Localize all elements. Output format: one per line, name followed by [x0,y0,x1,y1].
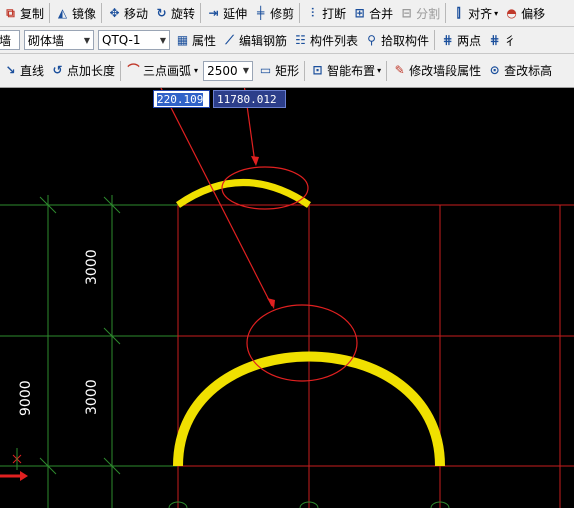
toolbar-divider [200,3,202,23]
offset-button[interactable]: ◓ 偏移 [501,2,548,24]
drawing-canvas[interactable]: 3000 3000 9000 [0,88,574,508]
toolbar-divider [445,3,447,23]
chevron-down-icon: ▾ [194,66,199,75]
layer-select[interactable]: 墙 [0,30,20,50]
two-points-button[interactable]: ⋕ 两点 [437,29,484,51]
rotate-icon: ↻ [156,5,167,20]
mirror-icon: ◭ [57,5,68,20]
elevation-icon: ⊙ [489,63,500,77]
offset-icon: ◓ [506,5,517,20]
rectangle-icon: ▭ [259,63,272,77]
trim-button[interactable]: ╪ 修剪 [250,2,297,24]
mirror-button[interactable]: ◭ 镜像 [52,2,99,24]
point-length-button[interactable]: ↺ 点加长度 [47,60,118,82]
break-icon: ⫶ [311,5,315,20]
chevron-down-icon: ▾ [494,8,499,18]
chevron-down-icon: ▼ [83,35,90,45]
coordinate-x-input[interactable]: 220.109 [153,90,210,108]
merge-icon: ⊞ [354,5,365,20]
properties-button[interactable]: ▦ 属性 [172,29,219,51]
edit-rebar-button[interactable]: ⟋ 编辑钢筋 [219,29,290,51]
toolbar-divider [304,60,306,81]
coordinate-x-value: 220.109 [157,93,204,106]
copy-icon: ⧉ [6,5,15,20]
radius-input[interactable]: 2500 ▼ [203,60,254,81]
wall-type-select[interactable]: 砌体墙 ▼ [24,30,94,50]
point-length-icon: ↺ [52,63,63,77]
modify-segment-properties-button[interactable]: ✎ 修改墙段属性 [389,60,484,82]
pick-component-button[interactable]: ⚲ 拾取构件 [361,29,432,51]
two-points-icon: ⋕ [442,32,453,47]
parallel-icon: ⋕ [489,32,500,47]
arc-icon: ⌒ [127,63,140,77]
component-select[interactable]: QTQ-1 ▼ [98,30,170,50]
rebar-icon: ⟋ [225,32,234,47]
merge-button[interactable]: ⊞ 合并 [349,2,396,24]
split-icon: ⊟ [401,5,412,20]
line-button[interactable]: ↘ 直线 [0,60,47,82]
trim-icon: ╪ [256,5,265,20]
align-button[interactable]: ⫿ 对齐 ▾ [448,2,501,24]
extend-button[interactable]: ⇥ 延伸 [203,2,250,24]
component-toolbar: 墙 砌体墙 ▼ QTQ-1 ▼ ▦ 属性 ⟋ 编辑钢筋 ☷ 构件列表 ⚲ 拾取构件 ⋕ 两点 … [0,27,574,54]
move-button[interactable]: ✥ 移动 [104,2,151,24]
coordinate-y-input[interactable]: 11780.012 [213,90,286,108]
toolbar-divider [49,3,51,23]
chevron-down-icon: ▼ [242,66,250,75]
break-button[interactable]: ⫶ 打断 [302,2,349,24]
move-icon: ✥ [109,5,120,20]
smart-layout-icon: ⊡ [312,63,323,77]
eyedropper-icon: ⚲ [367,32,376,47]
modify-icon: ✎ [394,63,405,77]
properties-icon: ▦ [176,32,189,47]
line-icon: ↘ [5,63,16,77]
extend-icon: ⇥ [208,5,219,20]
dimension-label-top: 3000 [84,249,100,285]
draw-toolbar: ↘ 直线 ↺ 点加长度 ⌒ 三点画弧 ▾ 2500 ▼ ▭ 矩形 ⊡ 智能布置 ▾ ✎ 修改墙段属… [0,54,574,88]
toolbar-divider [101,3,103,23]
dimension-label-total: 9000 [18,380,34,416]
align-icon: ⫿ [456,5,461,20]
parallel-button[interactable]: ⋕ 彳 [484,29,519,51]
canvas-background [0,88,574,508]
toolbar-divider [434,30,436,50]
toolbar-divider [299,3,301,23]
edit-toolbar: ⧉ 复制 ◭ 镜像 ✥ 移动 ↻ 旋转 ⇥ 延伸 ╪ 修剪 ⫶ 打断 ⊞ 合并 ⊟ 分割 ⫿ 对齐 ▾… [0,0,574,27]
chevron-down-icon: ▾ [377,66,382,75]
toolbar-divider [386,60,388,81]
dimension-label-middle: 3000 [84,379,100,415]
list-icon: ☷ [295,32,306,47]
coordinate-y-value: 11780.012 [217,93,277,106]
component-list-button[interactable]: ☷ 构件列表 [290,29,361,51]
copy-button[interactable]: ⧉ 复制 [0,2,47,24]
split-button[interactable]: ⊟ 分割 [396,2,443,24]
view-elevation-button[interactable]: ⊙ 查改标高 [484,60,555,82]
rotate-button[interactable]: ↻ 旋转 [151,2,198,24]
toolbar-divider [120,60,122,81]
chevron-down-icon: ▼ [159,35,166,45]
smart-layout-button[interactable]: ⊡ 智能布置 ▾ [307,60,384,82]
three-point-arc-button[interactable]: ⌒ 三点画弧 ▾ [123,60,201,82]
rectangle-button[interactable]: ▭ 矩形 [255,60,302,82]
